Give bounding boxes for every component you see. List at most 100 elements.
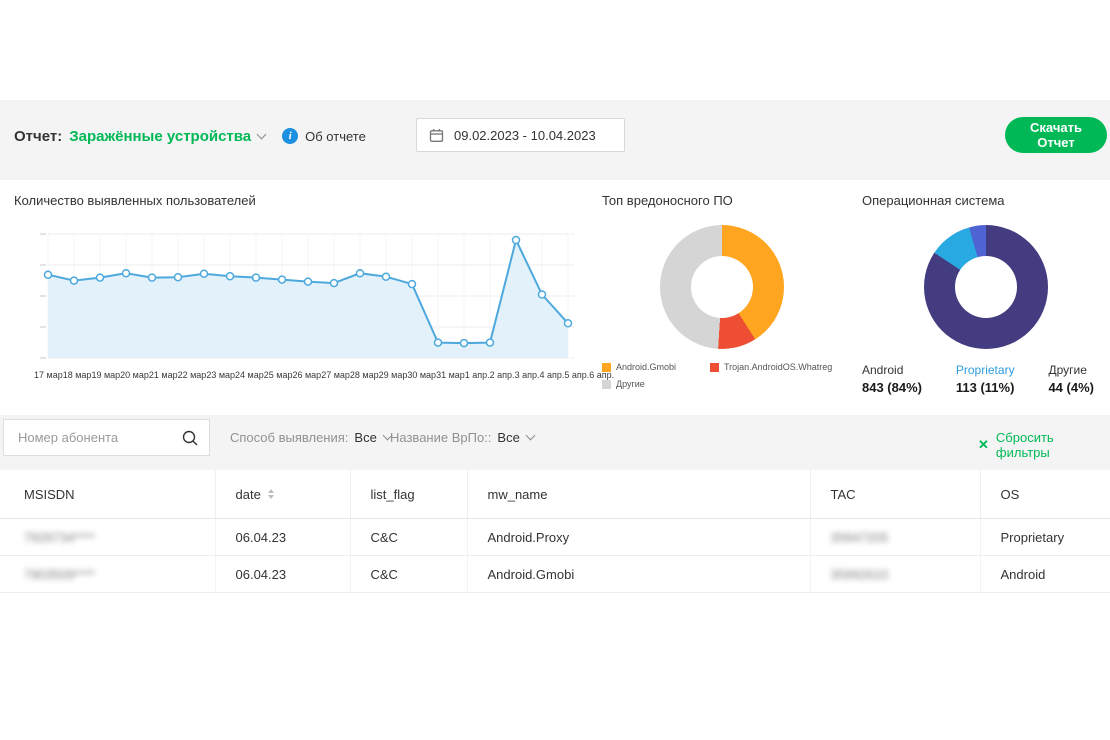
legend-label: Android.Gmobi — [616, 362, 676, 372]
malware-name-filter[interactable]: Название ВрПо:: Все — [390, 430, 534, 445]
os-stat-value: 843 (84%) — [862, 380, 922, 395]
cell-date: 06.04.23 — [215, 519, 350, 556]
subscriber-search-box — [3, 419, 210, 456]
os-stat: Другие 44 (4%) — [1048, 363, 1094, 395]
detection-filter-label: Способ выявления: — [230, 430, 348, 445]
legend-item: Android.Gmobi — [602, 362, 710, 372]
x-tick-label: 24 мар — [235, 370, 264, 380]
sort-icon[interactable] — [268, 489, 274, 499]
about-report-label: Об отчете — [305, 129, 366, 144]
column-header-tac: TAC — [810, 470, 980, 519]
detection-method-filter[interactable]: Способ выявления: Все — [230, 430, 391, 445]
cell-text: C&C — [371, 567, 398, 582]
detection-filter-value: Все — [354, 430, 376, 445]
os-stat-name: Другие — [1048, 363, 1094, 377]
os-stat-value: 44 (4%) — [1048, 380, 1094, 395]
malware-chart-title: Топ вредоносного ПО — [602, 193, 842, 208]
column-header-list-flag: list_flag — [350, 470, 467, 519]
report-name: Заражённые устройства — [69, 128, 251, 145]
cell-text: Proprietary — [1001, 530, 1065, 545]
os-stat: Proprietary 113 (11%) — [956, 363, 1015, 395]
x-tick-label: 4 апр. — [539, 370, 564, 380]
x-tick-label: 19 мар — [91, 370, 120, 380]
x-tick-label: 27 мар — [321, 370, 350, 380]
reset-filters-button[interactable]: ✕ Сбросить фильтры — [978, 430, 1110, 460]
cell-tac: 35847205 — [810, 519, 980, 556]
calendar-icon — [429, 128, 444, 143]
dashboard-page: Отчет: Заражённые устройства i Об отчете… — [0, 0, 1110, 740]
os-donut-chart — [924, 225, 1048, 349]
malware-filter-label: Название ВрПо:: — [390, 430, 491, 445]
os-chart-title: Операционная система — [862, 193, 1110, 208]
cell-text: Android.Proxy — [488, 530, 570, 545]
cell-os: Proprietary — [980, 519, 1110, 556]
malware-legend: Android.Gmobi Trojan.AndroidOS.Whatreg Д… — [602, 362, 842, 389]
x-tick-label: 30 мар — [407, 370, 436, 380]
x-tick-label: 20 мар — [120, 370, 149, 380]
chevron-down-icon — [525, 431, 535, 441]
report-header-row: Отчет: Заражённые устройства i Об отчете — [14, 121, 366, 151]
charts-card: Количество выявленных пользователей 17 м… — [0, 180, 1110, 415]
os-stat: Android 843 (84%) — [862, 363, 922, 395]
cell-text: 35847205 — [831, 530, 889, 545]
x-tick-label: 22 мар — [178, 370, 207, 380]
reset-filters-label: Сбросить фильтры — [996, 430, 1110, 460]
column-header-date[interactable]: date — [215, 470, 350, 519]
results-table: MSISDN date list_flag mw_name TAC OS 792… — [0, 470, 1110, 593]
x-tick-label: 23 мар — [206, 370, 235, 380]
cell-text: 7926734**** — [24, 530, 95, 545]
table-row: 7903509**** 06.04.23 C&C Android.Gmobi 35992… — [0, 556, 1110, 593]
column-header-os: OS — [980, 470, 1110, 519]
users-x-labels: 17 мар18 мар19 мар20 мар21 мар22 мар23 м… — [34, 370, 574, 380]
close-icon: ✕ — [978, 437, 989, 453]
legend-item: Trojan.AndroidOS.Whatreg — [710, 362, 842, 372]
about-report-link[interactable]: i Об отчете — [282, 128, 366, 144]
cell-msisdn: 7926734**** — [0, 519, 215, 556]
x-tick-label: 21 мар — [149, 370, 178, 380]
table-row: 7926734**** 06.04.23 C&C Android.Proxy 35847… — [0, 519, 1110, 556]
x-tick-label: 1 апр. — [465, 370, 490, 380]
malware-chart-panel: Топ вредоносного ПО Android.Gmobi Trojan… — [602, 193, 842, 389]
x-tick-label: 18 мар — [63, 370, 92, 380]
users-chart-panel: Количество выявленных пользователей — [14, 193, 589, 208]
x-tick-label: 17 мар — [34, 370, 63, 380]
users-line-chart — [34, 230, 574, 362]
malware-filter-value: Все — [497, 430, 519, 445]
cell-list_flag: C&C — [350, 519, 467, 556]
cell-text: 06.04.23 — [236, 567, 287, 582]
os-stat-name: Android — [862, 363, 922, 377]
os-chart-panel: Операционная система Android 843 (84%) P… — [862, 193, 1110, 395]
legend-swatch — [602, 380, 611, 389]
legend-swatch — [602, 363, 611, 372]
chevron-down-icon — [257, 129, 267, 139]
download-report-button[interactable]: Скачать Отчет — [1005, 117, 1107, 153]
users-chart-title: Количество выявленных пользователей — [14, 193, 589, 208]
report-selector[interactable]: Заражённые устройства — [69, 128, 265, 145]
report-label: Отчет: — [14, 128, 62, 145]
legend-label: Trojan.AndroidOS.Whatreg — [724, 362, 832, 372]
column-header-mw-name: mw_name — [467, 470, 810, 519]
os-stat-value: 113 (11%) — [956, 380, 1015, 395]
cell-text: 35992610 — [831, 567, 889, 582]
cell-mw_name: Android.Proxy — [467, 519, 810, 556]
cell-mw_name: Android.Gmobi — [467, 556, 810, 593]
search-icon[interactable] — [181, 429, 199, 447]
os-stat-name: Proprietary — [956, 363, 1015, 377]
cell-msisdn: 7903509**** — [0, 556, 215, 593]
cell-tac: 35992610 — [810, 556, 980, 593]
cell-date: 06.04.23 — [215, 556, 350, 593]
cell-os: Android — [980, 556, 1110, 593]
x-tick-label: 28 мар — [350, 370, 379, 380]
date-range-picker[interactable]: 09.02.2023 - 10.04.2023 — [416, 118, 625, 152]
cell-text: 7903509**** — [24, 567, 95, 582]
x-tick-label: 29 мар — [379, 370, 408, 380]
cell-text: 06.04.23 — [236, 530, 287, 545]
subscriber-search-input[interactable] — [16, 429, 181, 446]
info-icon: i — [282, 128, 298, 144]
cell-text: Android — [1001, 567, 1046, 582]
legend-swatch — [710, 363, 719, 372]
malware-donut-chart — [660, 225, 784, 349]
cell-text: Android.Gmobi — [488, 567, 575, 582]
date-range-value: 09.02.2023 - 10.04.2023 — [454, 128, 596, 143]
os-stats: Android 843 (84%) Proprietary 113 (11%) … — [862, 363, 1110, 395]
